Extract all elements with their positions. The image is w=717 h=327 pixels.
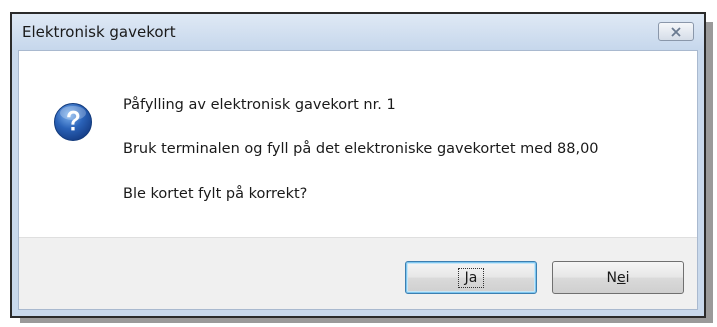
no-accelerator: e bbox=[616, 269, 626, 286]
message-dialog: Elektronisk gavekort Påfylling av elektr… bbox=[10, 12, 706, 318]
message-line-1: Påfylling av elektronisk gavekort nr. 1 bbox=[123, 97, 396, 113]
yes-label-rest: a bbox=[468, 269, 478, 286]
title-bar[interactable]: Elektronisk gavekort bbox=[12, 14, 704, 50]
message-line-2: Bruk terminalen og fyll på det elektroni… bbox=[123, 141, 599, 157]
close-icon bbox=[671, 26, 681, 37]
no-label-prefix: N bbox=[606, 269, 617, 286]
dialog-client-area: Påfylling av elektronisk gavekort nr. 1 … bbox=[18, 50, 698, 310]
yes-button[interactable]: Ja bbox=[405, 261, 537, 294]
window-title: Elektronisk gavekort bbox=[22, 23, 176, 41]
button-area: Ja Nei bbox=[19, 237, 697, 309]
no-label-rest: i bbox=[625, 269, 630, 286]
no-button[interactable]: Nei bbox=[552, 261, 684, 294]
close-button[interactable] bbox=[658, 22, 694, 41]
message-area: Påfylling av elektronisk gavekort nr. 1 … bbox=[19, 51, 697, 237]
question-icon bbox=[54, 103, 92, 141]
focus-indicator: Ja bbox=[457, 267, 485, 288]
message-line-3: Ble kortet fylt på korrekt? bbox=[123, 186, 308, 202]
